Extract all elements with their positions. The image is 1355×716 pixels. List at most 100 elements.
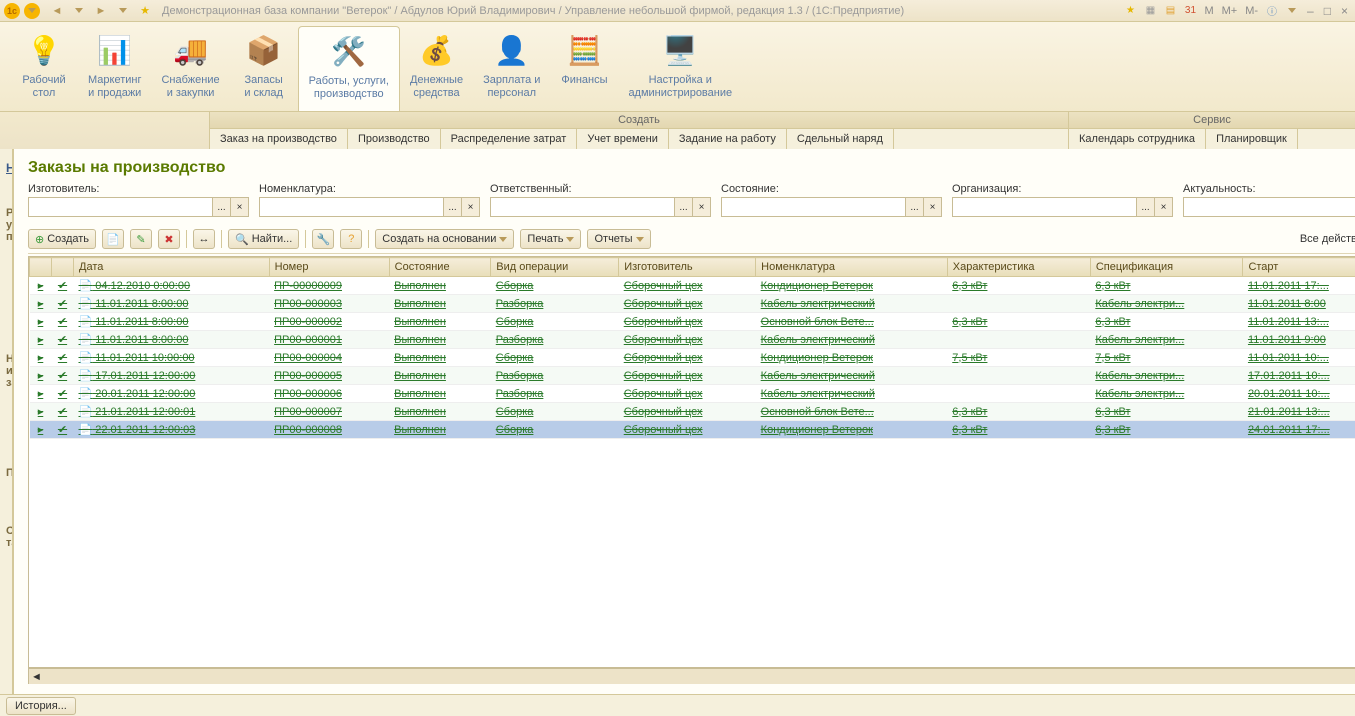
- ellipsis-icon[interactable]: ...: [906, 197, 924, 217]
- table-row[interactable]: ▸✔📄 11.01.2011 8:00:00ПР00-000001Выполне…: [30, 331, 1355, 349]
- nav-marketing-icon[interactable]: 📊Маркетинги продажи: [78, 26, 151, 111]
- column-header[interactable]: [52, 258, 74, 277]
- column-header[interactable]: Спецификация: [1090, 258, 1243, 277]
- table-row[interactable]: ▸✔📄 11.01.2011 10:00:00ПР00-000004Выполн…: [30, 349, 1355, 367]
- filter-input[interactable]: [721, 197, 906, 217]
- table-row[interactable]: ▸✔📄 11.01.2011 8:00:00ПР00-000002Выполне…: [30, 313, 1355, 331]
- sidebar-item[interactable]: Отчеты переработчиков: [6, 499, 13, 515]
- back-button[interactable]: ◄: [47, 3, 67, 19]
- sidebar-item[interactable]: Ресурсы предприятия: [6, 585, 13, 601]
- sidebar-item[interactable]: Сдельные наряды: [6, 441, 13, 457]
- sidebar-item[interactable]: Перемещения запасов: [6, 327, 13, 343]
- nav-hr-icon[interactable]: 👤Зарплата иперсонал: [473, 26, 550, 111]
- calculator-icon[interactable]: ▤: [1162, 3, 1178, 19]
- info-dropdown-icon[interactable]: [1284, 3, 1300, 19]
- ellipsis-icon[interactable]: ...: [675, 197, 693, 217]
- m-plus-button[interactable]: M+: [1220, 5, 1240, 17]
- sidebar-item[interactable]: Заказы на производство: [6, 263, 13, 279]
- subnav-item[interactable]: Задание на работу: [669, 129, 787, 149]
- table-row[interactable]: ▸✔📄 21.01.2011 12:00:01ПР00-000007Выполн…: [30, 403, 1355, 421]
- sidebar-link-reports[interactable]: Отчеты по работам, услугам, про...: [6, 181, 13, 197]
- sidebar-item[interactable]: Производство: [6, 295, 13, 311]
- subnav-item[interactable]: Распределение затрат: [441, 129, 578, 149]
- find-button[interactable]: 🔍Найти...: [228, 229, 299, 249]
- column-header[interactable]: Состояние: [389, 258, 491, 277]
- history-button[interactable]: История...: [6, 697, 76, 715]
- column-header[interactable]: Номер: [269, 258, 389, 277]
- clear-icon[interactable]: ×: [924, 197, 942, 217]
- sidebar-item[interactable]: Задания на работу: [6, 409, 13, 425]
- table-row[interactable]: ▸✔📄 20.01.2011 12:00:00ПР00-000006Выполн…: [30, 385, 1355, 403]
- nav-finance-icon[interactable]: 🧮Финансы: [550, 26, 618, 111]
- all-actions-button[interactable]: Все действия: [1294, 229, 1355, 249]
- subnav-item[interactable]: Планировщик: [1206, 129, 1298, 149]
- create-button[interactable]: ⊕Создать: [28, 229, 96, 249]
- delete-button[interactable]: ✖: [158, 229, 180, 249]
- m-minus-button[interactable]: M-: [1243, 5, 1260, 17]
- nav-money-icon[interactable]: 💰Денежныесредства: [400, 26, 473, 111]
- subnav-item[interactable]: Заказ на производство: [210, 129, 348, 149]
- column-header[interactable]: [30, 258, 52, 277]
- filter-input[interactable]: [28, 197, 213, 217]
- nav-settings-icon[interactable]: 🖥️Настройка иадминистрирование: [618, 26, 742, 111]
- sidebar-item[interactable]: Проекты: [6, 553, 13, 569]
- scroll-left-icon[interactable]: ◄: [28, 669, 44, 684]
- table-row[interactable]: ▸✔📄 04.12.2010 0:00:00ПР-00000009Выполне…: [30, 277, 1355, 295]
- subnav-item[interactable]: Календарь сотрудника: [1069, 129, 1206, 149]
- ellipsis-icon[interactable]: ...: [444, 197, 462, 217]
- subnav-item[interactable]: Сдельный наряд: [787, 129, 894, 149]
- table-row[interactable]: ▸✔📄 11.01.2011 8:00:00ПР00-000003Выполне…: [30, 295, 1355, 313]
- subnav-item[interactable]: Учет времени: [577, 129, 669, 149]
- favorites-icon[interactable]: ★: [1122, 3, 1138, 19]
- clear-icon[interactable]: ×: [1155, 197, 1173, 217]
- filter-input[interactable]: [259, 197, 444, 217]
- column-header[interactable]: Дата: [74, 258, 270, 277]
- ellipsis-icon[interactable]: ...: [213, 197, 231, 217]
- column-header[interactable]: Характеристика: [947, 258, 1090, 277]
- info-icon[interactable]: ⓘ: [1264, 3, 1280, 19]
- forward-button[interactable]: ►: [91, 3, 111, 19]
- sidebar-item[interactable]: Распределения затрат: [6, 311, 13, 327]
- app-logo-icon[interactable]: 1c: [4, 3, 20, 19]
- settings-button[interactable]: 🔧: [312, 229, 334, 249]
- back-dropdown-icon[interactable]: [69, 3, 89, 19]
- close-button[interactable]: ×: [1338, 4, 1351, 18]
- filter-input[interactable]: [1183, 197, 1355, 217]
- reports-button[interactable]: Отчеты: [587, 229, 650, 249]
- sidebar-item[interactable]: Учет времени: [6, 425, 13, 441]
- sidebar-item[interactable]: Заказ-наряды: [6, 279, 13, 295]
- subnav-item[interactable]: Производство: [348, 129, 441, 149]
- forward-dropdown-icon[interactable]: [113, 3, 133, 19]
- column-header[interactable]: Вид операции: [491, 258, 619, 277]
- ellipsis-icon[interactable]: ...: [1137, 197, 1155, 217]
- table-row[interactable]: ▸✔📄 22.01.2011 12:00:03ПР00-000008Выполн…: [30, 421, 1355, 439]
- grid-icon[interactable]: ▦: [1142, 3, 1158, 19]
- column-header[interactable]: Номенклатура: [756, 258, 948, 277]
- refresh-button[interactable]: ↔: [193, 229, 215, 249]
- favorite-star-icon[interactable]: ★: [135, 3, 155, 19]
- help-button[interactable]: ?: [340, 229, 362, 249]
- data-grid[interactable]: ДатаНомерСостояниеВид операцииИзготовите…: [28, 256, 1355, 668]
- copy-button[interactable]: 📄: [102, 229, 124, 249]
- column-header[interactable]: Изготовитель: [619, 258, 756, 277]
- horizontal-scrollbar[interactable]: ◄ ►: [28, 668, 1355, 684]
- nav-desk-icon[interactable]: 💡Рабочийстол: [10, 26, 78, 111]
- edit-button[interactable]: ✎: [130, 229, 152, 249]
- nav-production-icon[interactable]: 🛠️Работы, услуги,производство: [298, 26, 400, 111]
- sidebar-item[interactable]: Документы по производс...: [6, 247, 13, 263]
- column-header[interactable]: Старт: [1243, 258, 1355, 277]
- create-based-button[interactable]: Создать на основании: [375, 229, 514, 249]
- nav-warehouse-icon[interactable]: 📦Запасыи склад: [230, 26, 298, 111]
- app-menu-dropdown-icon[interactable]: [24, 3, 40, 19]
- sidebar-item[interactable]: Бригады: [6, 569, 13, 585]
- sidebar-item[interactable]: Отчеты о переработке: [6, 483, 13, 499]
- clear-icon[interactable]: ×: [462, 197, 480, 217]
- minimize-button[interactable]: –: [1304, 4, 1317, 18]
- m-button[interactable]: M: [1202, 5, 1215, 17]
- filter-input[interactable]: [952, 197, 1137, 217]
- nav-supply-icon[interactable]: 🚚Снабжениеи закупки: [151, 26, 229, 111]
- filter-input[interactable]: [490, 197, 675, 217]
- sidebar-item[interactable]: Документы по учету врем...: [6, 393, 13, 409]
- clear-icon[interactable]: ×: [693, 197, 711, 217]
- clear-icon[interactable]: ×: [231, 197, 249, 217]
